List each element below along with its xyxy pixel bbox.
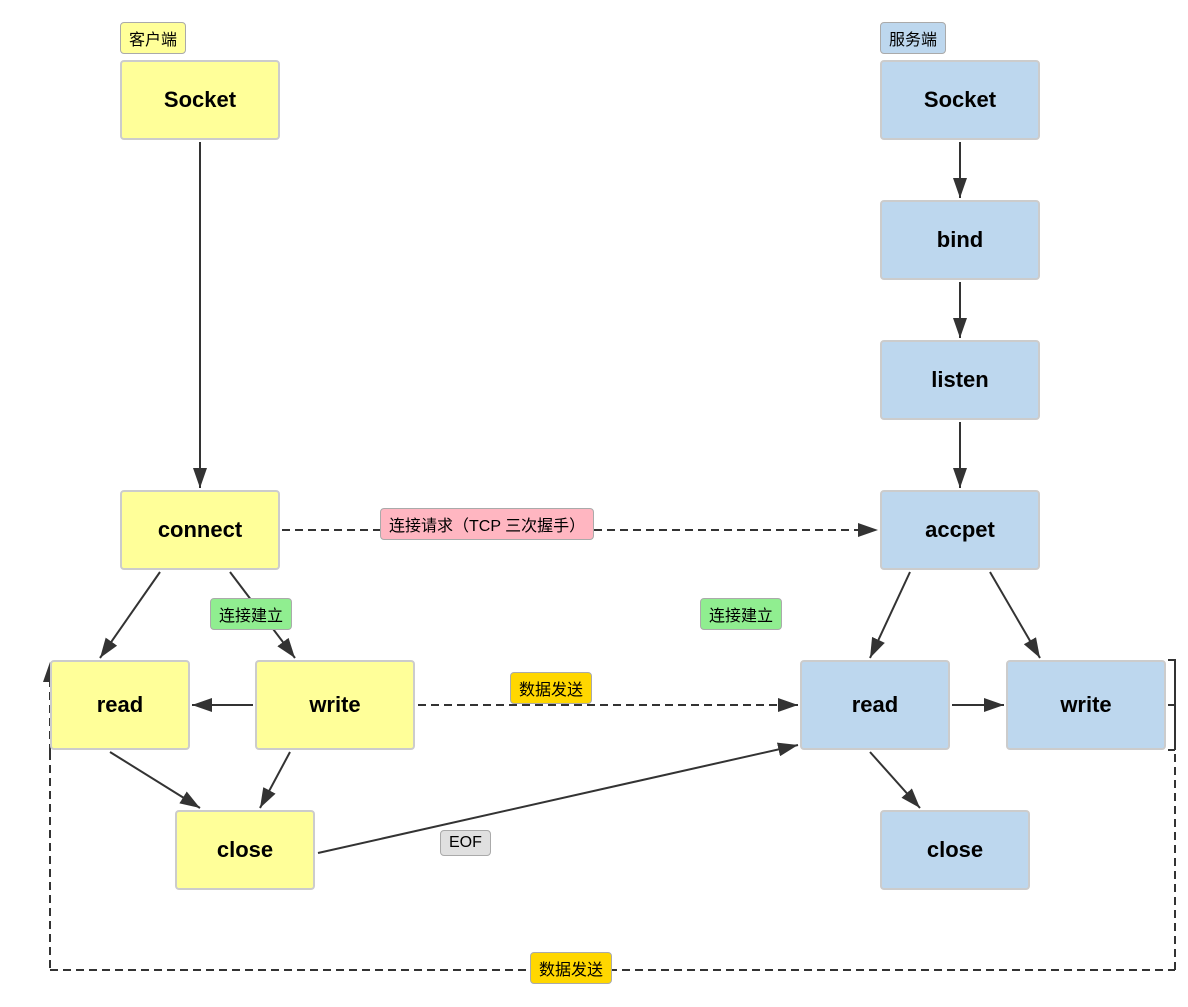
client-label: 客户端 [120,22,186,54]
connection-established-right-label: 连接建立 [700,598,782,630]
server-read-node: read [800,660,950,750]
connection-established-left-label: 连接建立 [210,598,292,630]
server-accpet-node: accpet [880,490,1040,570]
client-connect-node: connect [120,490,280,570]
client-read-node: read [50,660,190,750]
data-send-middle-label: 数据发送 [510,672,592,704]
data-send-bottom-label: 数据发送 [530,952,612,984]
connection-request-label: 连接请求（TCP 三次握手） [380,508,594,540]
client-close-node: close [175,810,315,890]
server-close-node: close [880,810,1030,890]
diagram-container: 客户端 服务端 Socket connect read write close … [0,0,1188,1007]
server-bind-node: bind [880,200,1040,280]
client-socket-node: Socket [120,60,280,140]
client-write-node: write [255,660,415,750]
server-write-node: write [1006,660,1166,750]
server-listen-node: listen [880,340,1040,420]
server-label: 服务端 [880,22,946,54]
eof-label: EOF [440,830,491,856]
server-socket-node: Socket [880,60,1040,140]
